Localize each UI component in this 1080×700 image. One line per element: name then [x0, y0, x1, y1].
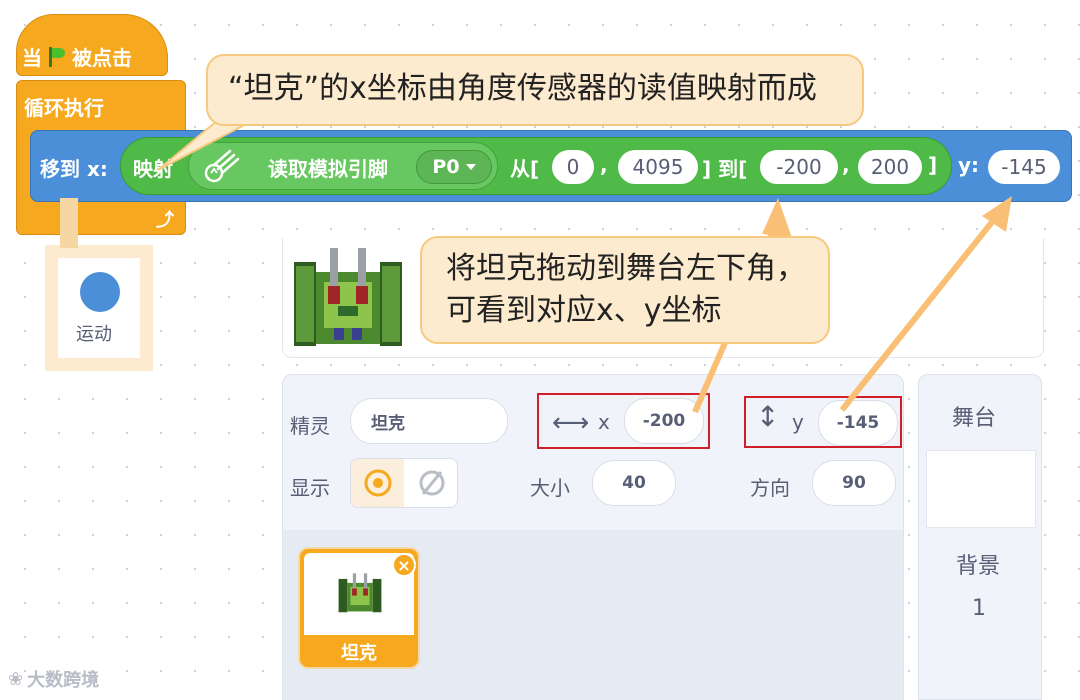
category-connector — [60, 198, 78, 248]
watermark-logo-icon: ❀ — [8, 668, 24, 690]
callout-top: “坦克”的x坐标由角度传感器的读值映射而成 — [206, 54, 864, 126]
callout-middle-line2: 可看到对应x、y坐标 — [446, 293, 722, 328]
callout-middle-line1: 将坦克拖动到舞台左下角， — [446, 251, 806, 286]
callout-pointer-tail — [157, 118, 254, 171]
y-arrow-line — [839, 210, 1003, 412]
callout-middle: 将坦克拖动到舞台左下角， 可看到对应x、y坐标 — [420, 236, 830, 344]
watermark: ❀ 大数跨境 — [8, 666, 99, 692]
x-arrow-head — [762, 198, 792, 238]
watermark-text: 大数跨境 — [27, 670, 100, 691]
